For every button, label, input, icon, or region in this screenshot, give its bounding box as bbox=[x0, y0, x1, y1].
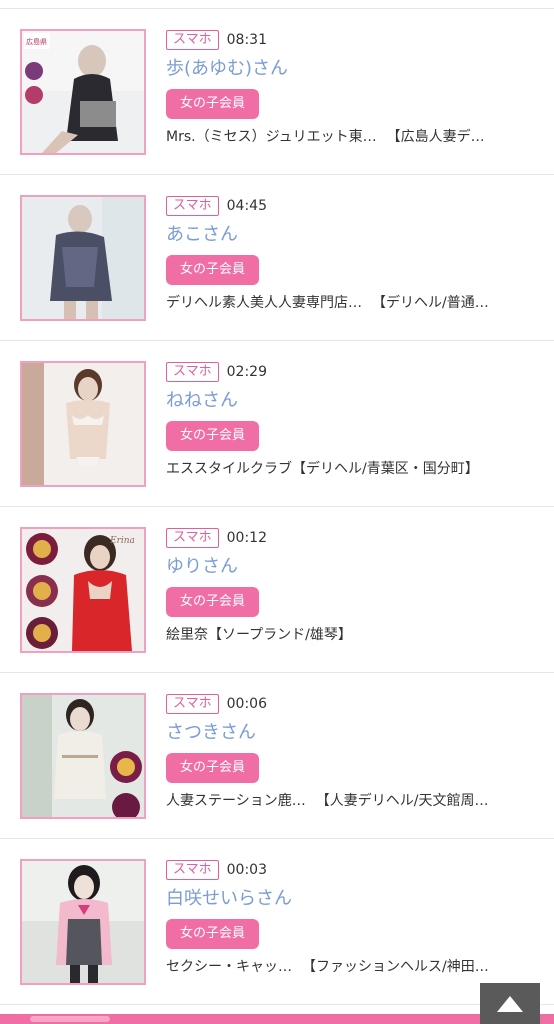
post-time: 00:06 bbox=[226, 696, 267, 712]
profile-photo[interactable] bbox=[20, 195, 146, 321]
post-time: 08:31 bbox=[226, 32, 267, 48]
shop-info[interactable]: 絵里奈 【ソープランド/雄琴】 bbox=[166, 623, 536, 647]
member-badge: 女の子会員 bbox=[166, 753, 260, 783]
list-item[interactable]: スマホ 00:06 さつきさん 女の子会員 人妻ステーション鹿… 【人妻デリヘル… bbox=[0, 673, 554, 839]
shop-info[interactable]: デリヘル素人美人人妻専門店… 【デリヘル/普通… bbox=[166, 291, 536, 315]
girl-name-link[interactable]: あこさん bbox=[166, 223, 536, 247]
photo-placeholder-icon bbox=[22, 695, 144, 817]
shop-name: 人妻ステーション鹿… bbox=[166, 793, 306, 809]
shop-name: セクシー・キャッ… bbox=[166, 959, 292, 975]
post-time: 00:12 bbox=[226, 530, 267, 546]
shop-name: エススタイルクラブ bbox=[166, 461, 292, 477]
list-item[interactable]: スマホ 00:03 白咲せいらさん 女の子会員 セクシー・キャッ… 【ファッショ… bbox=[0, 839, 554, 1005]
post-time: 04:45 bbox=[226, 198, 267, 214]
member-badge: 女の子会員 bbox=[166, 255, 260, 285]
shop-category: 【ファッションヘルス/神田… bbox=[302, 959, 489, 975]
girl-name-link[interactable]: ゆりさん bbox=[166, 555, 536, 579]
member-badge: 女の子会員 bbox=[166, 919, 260, 949]
shop-category: 【広島人妻デ… bbox=[386, 129, 485, 145]
shop-info[interactable]: 人妻ステーション鹿… 【人妻デリヘル/天文館周… bbox=[166, 789, 536, 813]
post-time: 02:29 bbox=[226, 364, 267, 380]
list-item[interactable]: スマホ 02:29 ねねさん 女の子会員 エススタイルクラブ 【デリヘル/青葉区… bbox=[0, 341, 554, 507]
photo-placeholder-icon bbox=[22, 363, 144, 485]
shop-name: 絵里奈 bbox=[166, 627, 208, 643]
footer-decoration bbox=[30, 1016, 110, 1022]
photo-placeholder-icon: Erina bbox=[22, 529, 144, 651]
list-item[interactable]: スマホ 04:45 あこさん 女の子会員 デリヘル素人美人人妻専門店… 【デリヘ… bbox=[0, 175, 554, 341]
triangle-up-icon bbox=[497, 995, 523, 1012]
member-badge: 女の子会員 bbox=[166, 89, 260, 119]
footer-bar bbox=[0, 1014, 554, 1024]
shop-name: デリヘル素人美人人妻専門店… bbox=[166, 295, 362, 311]
profile-photo[interactable] bbox=[20, 693, 146, 819]
list-item[interactable]: 広島県 スマホ 08:31 歩(あゆむ)さん 女の子会員 Mrs.（ミセス）ジュ… bbox=[0, 9, 554, 175]
svg-text:広島県: 広島県 bbox=[26, 37, 47, 46]
device-badge: スマホ bbox=[166, 860, 219, 880]
device-badge: スマホ bbox=[166, 30, 219, 50]
shop-category: 【ソープランド/雄琴】 bbox=[208, 627, 352, 643]
girl-name-link[interactable]: 歩(あゆむ)さん bbox=[166, 57, 536, 81]
shop-category: 【デリヘル/普通… bbox=[372, 295, 489, 311]
device-badge: スマホ bbox=[166, 528, 219, 548]
girl-name-link[interactable]: ねねさん bbox=[166, 389, 536, 413]
shop-info[interactable]: Mrs.（ミセス）ジュリエット東… 【広島人妻デ… bbox=[166, 125, 536, 149]
device-badge: スマホ bbox=[166, 694, 219, 714]
photo-placeholder-icon bbox=[22, 861, 144, 983]
photo-placeholder-icon: 広島県 bbox=[22, 31, 144, 153]
shop-name: Mrs.（ミセス）ジュリエット東… bbox=[166, 129, 377, 145]
scroll-top-button[interactable] bbox=[480, 983, 540, 1024]
profile-photo[interactable]: 広島県 bbox=[20, 29, 146, 155]
profile-photo[interactable]: Erina bbox=[20, 527, 146, 653]
list-item[interactable]: Erina スマホ 00:12 ゆりさん 女の子会員 絵里奈 【ソープランド/雄… bbox=[0, 507, 554, 673]
girl-name-link[interactable]: 白咲せいらさん bbox=[166, 887, 536, 911]
girl-name-link[interactable]: さつきさん bbox=[166, 721, 536, 745]
shop-category: 【デリヘル/青葉区・国分町】 bbox=[292, 461, 479, 477]
member-badge: 女の子会員 bbox=[166, 421, 260, 451]
shop-info[interactable]: エススタイルクラブ 【デリヘル/青葉区・国分町】 bbox=[166, 457, 536, 481]
top-divider bbox=[0, 0, 554, 9]
photo-placeholder-icon bbox=[22, 197, 144, 319]
device-badge: スマホ bbox=[166, 196, 219, 216]
post-list: 広島県 スマホ 08:31 歩(あゆむ)さん 女の子会員 Mrs.（ミセス）ジュ… bbox=[0, 9, 554, 1005]
device-badge: スマホ bbox=[166, 362, 219, 382]
member-badge: 女の子会員 bbox=[166, 587, 260, 617]
post-time: 00:03 bbox=[226, 862, 267, 878]
profile-photo[interactable] bbox=[20, 361, 146, 487]
profile-photo[interactable] bbox=[20, 859, 146, 985]
shop-category: 【人妻デリヘル/天文館周… bbox=[315, 793, 489, 809]
svg-text:Erina: Erina bbox=[109, 536, 135, 546]
shop-info[interactable]: セクシー・キャッ… 【ファッションヘルス/神田… bbox=[166, 955, 536, 979]
